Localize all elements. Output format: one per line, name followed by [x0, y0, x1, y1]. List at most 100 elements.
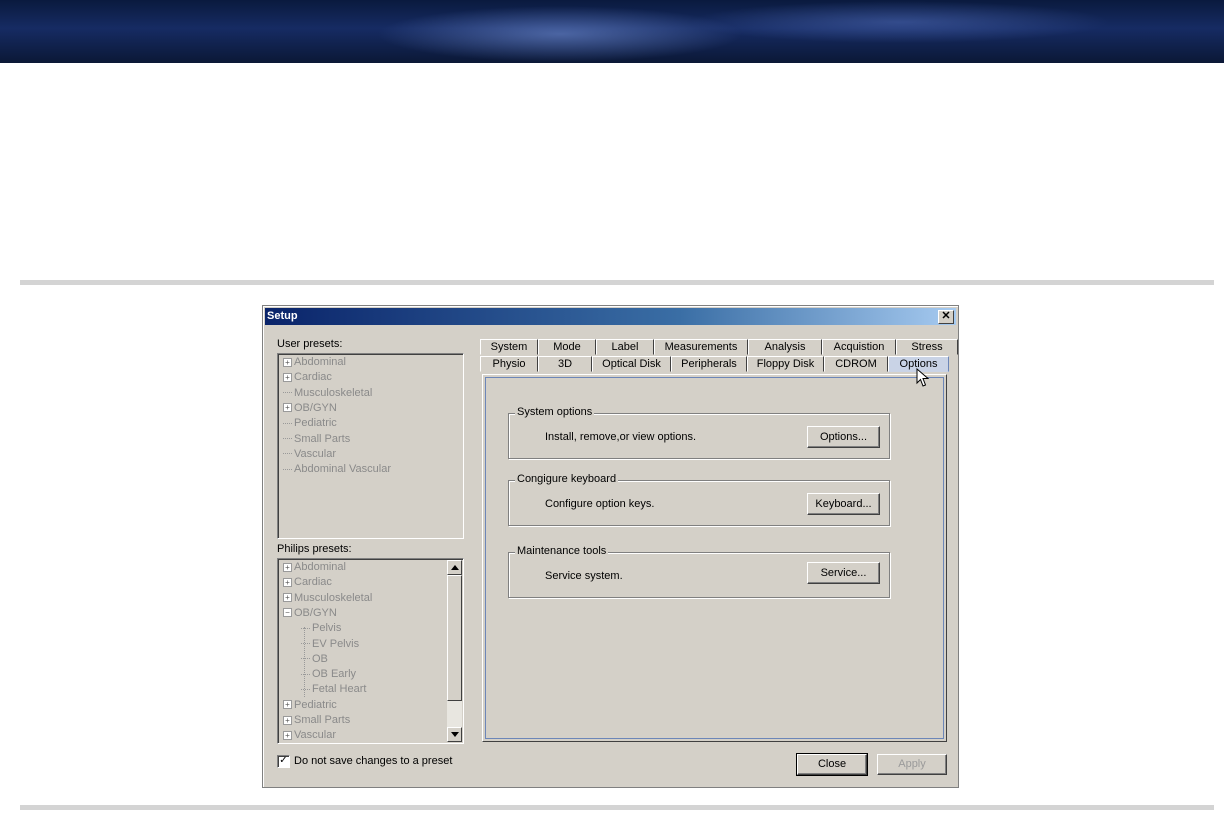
tree-connector	[283, 392, 292, 394]
tree-item-label: Vascular	[294, 729, 336, 742]
tab-peripherals[interactable]: Peripherals	[671, 356, 747, 372]
tree-connector	[283, 438, 292, 440]
tab-3d[interactable]: 3D	[538, 356, 592, 372]
expand-icon[interactable]: +	[283, 730, 292, 740]
system-options-title: System options	[515, 406, 595, 418]
mouse-pointer-icon	[916, 368, 930, 387]
scroll-thumb[interactable]	[447, 575, 462, 701]
system-options-description: Install, remove,or view options.	[545, 431, 697, 443]
tree-item[interactable]: Musculoskeletal	[283, 386, 372, 401]
user-presets-label: User presets:	[277, 338, 343, 350]
tree-connector	[283, 453, 292, 455]
tree-item-label: Musculoskeletal	[294, 386, 373, 399]
configure-keyboard-description: Configure option keys.	[545, 498, 655, 510]
tree-item[interactable]: Pediatric	[283, 416, 337, 431]
tree-item-label: Pediatric	[294, 417, 337, 430]
tree-item[interactable]: Small Parts	[283, 432, 350, 447]
tree-connector	[301, 643, 310, 645]
dialog-title: Setup	[267, 310, 298, 322]
expand-icon[interactable]: +	[283, 403, 292, 413]
options-button[interactable]: Options...	[807, 426, 880, 448]
tab-label[interactable]: Label	[596, 339, 654, 355]
philips-presets-tree[interactable]: + Abdominal + Cardiac + Musculoskeletal − OB/GY…	[277, 558, 464, 744]
collapse-icon[interactable]: −	[283, 608, 292, 618]
expand-icon[interactable]: +	[283, 357, 292, 367]
scroll-down-button[interactable]	[447, 727, 462, 742]
tree-item[interactable]: Abdominal Vascular	[283, 462, 391, 477]
tree-connector	[301, 688, 310, 690]
tree-item[interactable]: + Cardiac	[283, 575, 332, 590]
tree-item-label: Fetal Heart	[312, 683, 367, 696]
tab-cdrom[interactable]: CDROM	[824, 356, 888, 372]
top-divider	[20, 280, 1214, 285]
tree-connector	[301, 658, 310, 660]
scroll-down-icon	[451, 732, 459, 737]
no-save-checkbox-label[interactable]: Do not save changes to a preset	[294, 755, 452, 767]
maintenance-tools-group: Maintenance tools Service system. Servic…	[508, 545, 890, 598]
tab-panel-focus-frame: System options Install, remove,or view o…	[485, 377, 944, 739]
expand-icon[interactable]: +	[283, 715, 292, 725]
tab-stress[interactable]: Stress	[896, 339, 958, 355]
tab-system[interactable]: System	[480, 339, 538, 355]
expand-icon[interactable]: +	[283, 577, 292, 587]
tree-item[interactable]: Pelvis	[301, 621, 341, 636]
tree-item-label: Cardiac	[294, 371, 332, 384]
no-save-checkbox[interactable]: ✓	[277, 755, 290, 768]
tree-item[interactable]: + Small Parts	[283, 713, 350, 728]
tree-item[interactable]: + Abdominal	[283, 355, 346, 370]
keyboard-button[interactable]: Keyboard...	[807, 493, 880, 515]
expand-icon[interactable]: +	[283, 700, 292, 710]
scroll-up-button[interactable]	[447, 560, 462, 575]
expand-icon[interactable]: +	[283, 372, 292, 382]
tree-item[interactable]: + Vascular	[283, 728, 336, 743]
tree-item-label: Abdominal	[294, 356, 346, 368]
tree-item-label: Abdominal	[294, 561, 346, 573]
tab-floppy-disk[interactable]: Floppy Disk	[747, 356, 824, 372]
expand-icon[interactable]: +	[283, 593, 292, 603]
tree-item-label: Musculoskeletal	[294, 591, 373, 604]
scroll-up-icon	[451, 565, 459, 570]
expand-icon[interactable]: +	[283, 562, 292, 572]
configure-keyboard-group: Congigure keyboard Configure option keys…	[508, 473, 890, 526]
tab-optical-disk[interactable]: Optical Disk	[592, 356, 671, 372]
system-options-group: System options Install, remove,or view o…	[508, 406, 890, 459]
bottom-divider	[20, 805, 1214, 810]
tree-item[interactable]: Fetal Heart	[301, 682, 366, 697]
tree-item[interactable]: Vascular	[283, 447, 336, 462]
tree-item-label: Small Parts	[294, 432, 351, 445]
tree-item[interactable]: EV Pelvis	[301, 637, 359, 652]
tree-item[interactable]: OB Early	[301, 667, 356, 682]
tree-item[interactable]: + Cardiac	[283, 370, 332, 385]
title-bar[interactable]: Setup ✕	[265, 308, 956, 325]
service-button[interactable]: Service...	[807, 562, 880, 584]
tree-item[interactable]: OB	[301, 652, 328, 667]
tree-item[interactable]: − OB/GYN	[283, 606, 337, 621]
tree-branch-line	[304, 627, 305, 697]
tab-measurements[interactable]: Measurements	[654, 339, 748, 355]
apply-button[interactable]: Apply	[877, 754, 947, 775]
maintenance-tools-description: Service system.	[545, 570, 623, 582]
tree-connector	[301, 673, 310, 675]
tab-analysis[interactable]: Analysis	[748, 339, 822, 355]
user-presets-tree[interactable]: + Abdominal + Cardiac Musculoskeletal + OB/GYN…	[277, 353, 464, 539]
tree-item[interactable]: + OB/GYN	[283, 401, 337, 416]
tree-item-label: OB/GYN	[294, 401, 337, 414]
checkmark-icon: ✓	[279, 755, 288, 766]
maintenance-tools-title: Maintenance tools	[515, 545, 609, 557]
tab-acquistion[interactable]: Acquistion	[822, 339, 896, 355]
setup-dialog: Setup ✕ User presets: + Abdominal + Cardiac…	[262, 305, 959, 788]
tree-item-label: Abdominal Vascular	[294, 463, 392, 476]
tree-connector	[283, 422, 292, 424]
configure-keyboard-title: Congigure keyboard	[515, 473, 619, 485]
tree-item[interactable]: + Musculoskeletal	[283, 591, 372, 606]
tab-physio[interactable]: Physio	[480, 356, 538, 372]
close-icon[interactable]: ✕	[938, 310, 954, 324]
tree-item[interactable]: + Abdominal	[283, 560, 346, 575]
tree-item[interactable]: + Pediatric	[283, 698, 337, 713]
tree-item-label: Vascular	[294, 447, 336, 460]
tree-item-label: Pediatric	[294, 698, 337, 711]
tab-mode[interactable]: Mode	[538, 339, 596, 355]
header-banner	[0, 0, 1224, 63]
philips-presets-scrollbar[interactable]	[447, 560, 462, 742]
close-button[interactable]: Close	[796, 753, 868, 776]
